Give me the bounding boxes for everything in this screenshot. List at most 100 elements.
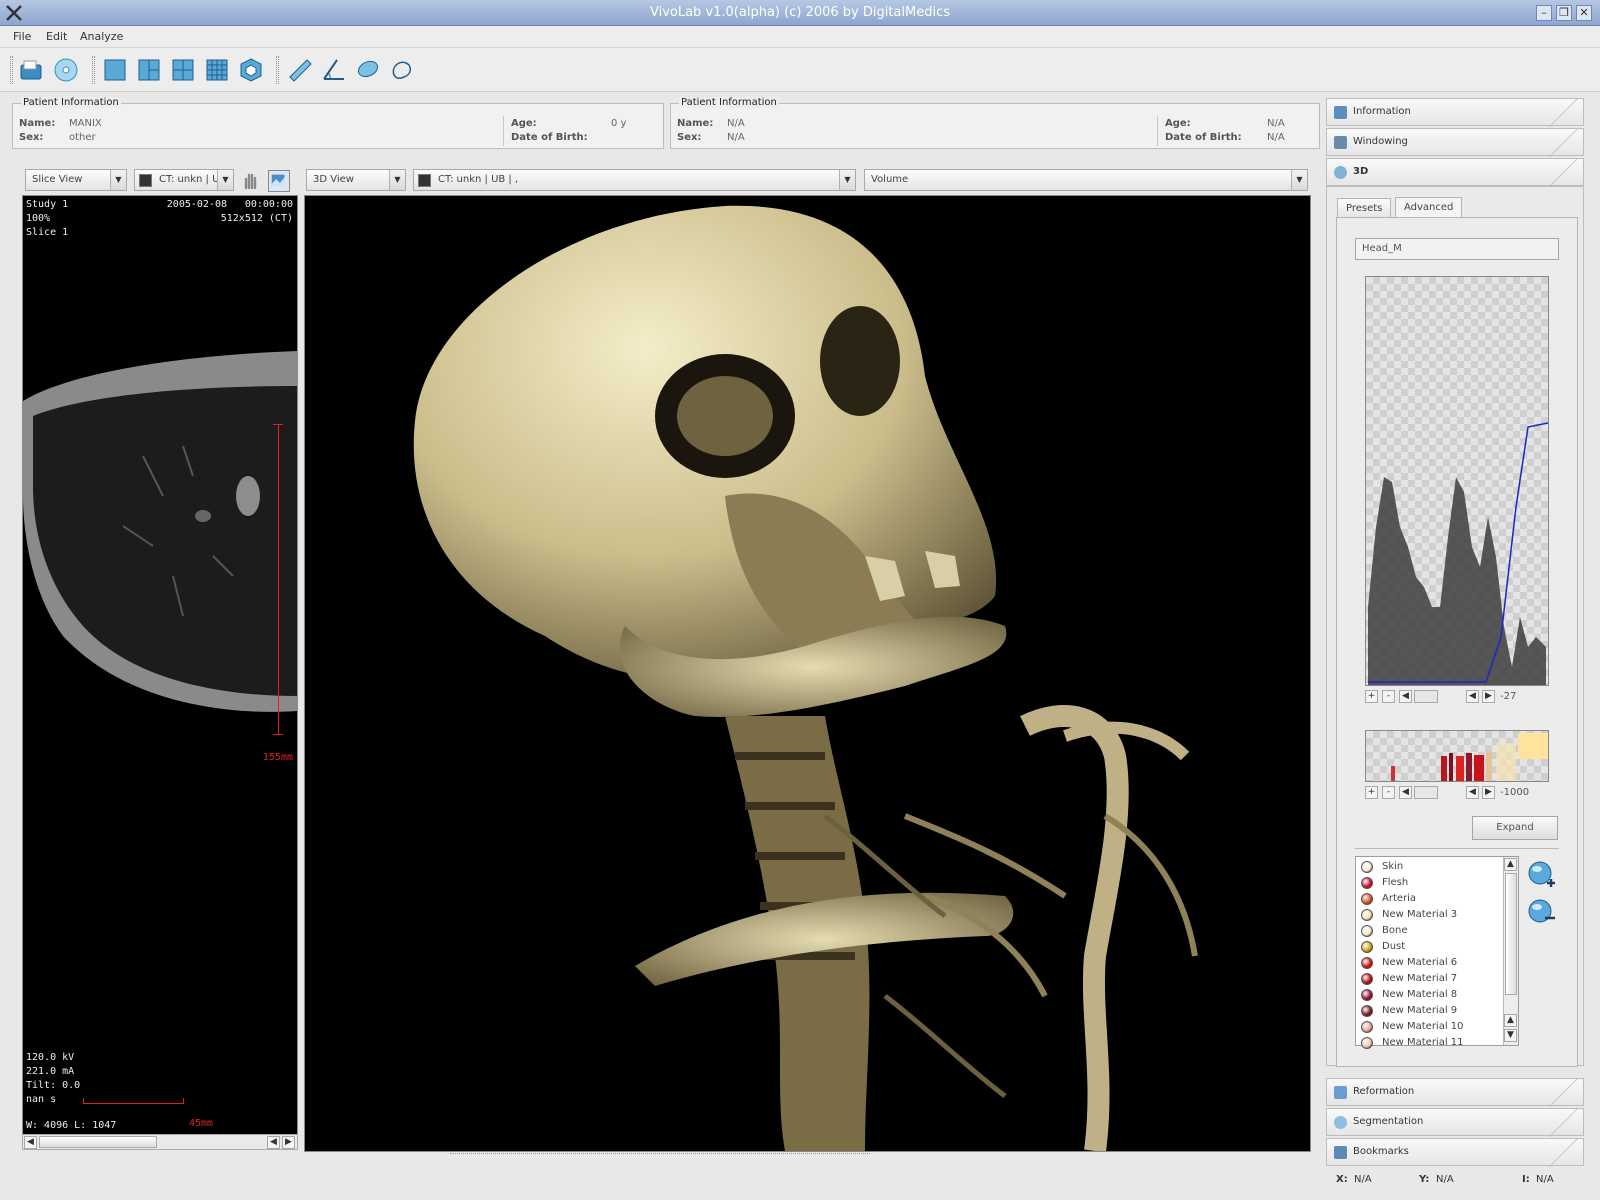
tab-bookmarks[interactable]: Bookmarks <box>1326 1138 1584 1167</box>
ma-label: 221.0 mA <box>26 1066 75 1077</box>
material-color-icon <box>1361 957 1373 969</box>
material-item[interactable]: Bone <box>1356 923 1504 939</box>
quad-view-icon[interactable] <box>168 55 198 85</box>
patient-info-legend: Patient Information <box>21 97 121 108</box>
zoom-in-color-button[interactable]: + <box>1365 786 1378 799</box>
opacity-histogram[interactable] <box>1365 276 1549 686</box>
expand-button[interactable]: Expand <box>1472 816 1558 840</box>
3d-view-mode-select[interactable]: 3D View ▼ <box>306 169 406 191</box>
single-view-icon[interactable] <box>100 55 130 85</box>
remove-material-button[interactable] <box>1527 898 1557 928</box>
material-name: New Material 8 <box>1382 989 1458 1000</box>
hand-tool-icon[interactable] <box>240 170 262 192</box>
cd-icon[interactable] <box>51 55 81 85</box>
scroll-right-icon[interactable]: ▶ <box>282 1136 295 1149</box>
color-scroll-thumb[interactable] <box>1414 786 1438 799</box>
scroll-left-icon[interactable]: ◀ <box>267 1136 280 1149</box>
color-scroll-left-button[interactable]: ◀ <box>1399 786 1412 799</box>
material-item[interactable]: Skin <box>1356 859 1504 875</box>
material-item[interactable]: New Material 11 <box>1356 1035 1504 1051</box>
color-scroll-right-button[interactable]: ▶ <box>1482 786 1495 799</box>
snapshot-icon[interactable] <box>268 170 290 192</box>
split-view-icon[interactable] <box>134 55 164 85</box>
color-scroll-left-button[interactable]: ◀ <box>1466 786 1479 799</box>
slice-horizontal-scrollbar[interactable]: ◀ ◀ ▶ <box>22 1134 298 1150</box>
materials-scroll-thumb[interactable] <box>1505 873 1517 995</box>
add-material-button[interactable] <box>1527 860 1557 890</box>
3d-viewport[interactable] <box>304 195 1311 1152</box>
horizontal-scale-label: 45mm <box>189 1118 214 1129</box>
scroll-up-icon[interactable]: ▲ <box>1504 1014 1517 1027</box>
zoom-out-opacity-button[interactable]: - <box>1382 690 1395 703</box>
opacity-value: -27 <box>1500 691 1517 702</box>
matrix-label: 512x512 (CT) <box>220 213 293 224</box>
freehand-icon[interactable] <box>387 55 417 85</box>
lasso-icon[interactable] <box>353 55 383 85</box>
slice-view-mode-select[interactable]: Slice View ▼ <box>25 169 127 191</box>
histogram-graph <box>1368 422 1548 685</box>
angle-icon[interactable] <box>319 55 349 85</box>
tab-windowing[interactable]: Windowing <box>1326 128 1584 157</box>
patient-info-legend: Patient Information <box>679 97 779 108</box>
close-button[interactable]: ✕ <box>1576 5 1592 21</box>
opacity-scroll-thumb[interactable] <box>1414 690 1438 703</box>
zoom-in-opacity-button[interactable]: + <box>1365 690 1378 703</box>
materials-list[interactable]: Skin Flesh Arteria New Material 3 Bone Dust Ne… <box>1355 856 1519 1049</box>
opacity-scroll-left-button[interactable]: ◀ <box>1466 690 1479 703</box>
material-color-icon <box>1361 861 1373 873</box>
patient-name: MANIX <box>69 118 102 129</box>
ruler-icon[interactable] <box>285 55 315 85</box>
3d-cube-icon[interactable] <box>236 55 266 85</box>
menu-file[interactable]: File <box>13 30 31 43</box>
tab-segmentation[interactable]: Segmentation <box>1326 1108 1584 1137</box>
minimize-button[interactable]: – <box>1536 5 1552 21</box>
material-item[interactable]: New Material 8 <box>1356 987 1504 1003</box>
sphere-icon <box>1334 166 1347 179</box>
tab-reformation[interactable]: Reformation <box>1326 1078 1584 1107</box>
material-color-icon <box>1361 1021 1373 1033</box>
study-label: Study 1 <box>26 199 69 210</box>
render-mode-select[interactable]: Volume ▼ <box>864 169 1308 191</box>
subtab-presets[interactable]: Presets <box>1337 198 1392 218</box>
color-value: -1000 <box>1500 787 1530 798</box>
material-item[interactable]: Dust <box>1356 939 1504 955</box>
patient-dob: N/A <box>1267 132 1285 143</box>
material-item[interactable]: Flesh <box>1356 875 1504 891</box>
materials-scrollbar[interactable]: ▲ ▲ ▼ <box>1503 857 1518 1045</box>
grid-view-icon[interactable] <box>202 55 232 85</box>
tab-segmentation-label: Segmentation <box>1353 1116 1424 1127</box>
subtab-advanced[interactable]: Advanced <box>1395 197 1463 217</box>
opacity-scroll-right-button[interactable]: ▶ <box>1482 690 1495 703</box>
scroll-left-icon[interactable]: ◀ <box>24 1136 37 1149</box>
tab-information[interactable]: Information <box>1326 98 1584 127</box>
tab-3d[interactable]: 3D <box>1326 158 1584 187</box>
scroll-down-icon[interactable]: ▼ <box>1504 1029 1517 1042</box>
material-item[interactable]: New Material 7 <box>1356 971 1504 987</box>
patient-info-left: Patient Information Name: MANIX Sex: oth… <box>12 97 664 149</box>
ct-slice-image <box>23 351 297 1104</box>
slice-series-select[interactable]: CT: unkn | U ▼ <box>134 169 234 191</box>
material-item[interactable]: New Material 10 <box>1356 1019 1504 1035</box>
material-item[interactable]: New Material 3 <box>1356 907 1504 923</box>
material-name: Arteria <box>1382 893 1417 904</box>
slice-viewport[interactable]: Study 1 100% Slice 1 2005-02-08 00:00:00… <box>22 195 298 1135</box>
scroll-up-icon[interactable]: ▲ <box>1504 858 1517 871</box>
3d-series-select[interactable]: CT: unkn | UB | , ▼ <box>413 169 856 191</box>
age-label: Age: <box>1165 118 1191 129</box>
material-color-icon <box>1361 909 1373 921</box>
splitter-grip[interactable] <box>450 1153 870 1156</box>
material-item[interactable]: New Material 6 <box>1356 955 1504 971</box>
scroll-thumb[interactable] <box>39 1136 157 1148</box>
opacity-scroll-left-button[interactable]: ◀ <box>1399 690 1412 703</box>
menu-analyze[interactable]: Analyze <box>80 30 123 43</box>
maximize-button[interactable]: ❐ <box>1556 5 1572 21</box>
open-folder-icon[interactable] <box>16 55 46 85</box>
zoom-out-color-button[interactable]: - <box>1382 786 1395 799</box>
material-item[interactable]: Arteria <box>1356 891 1504 907</box>
menu-edit[interactable]: Edit <box>46 30 67 43</box>
material-name: New Material 10 <box>1382 1021 1464 1032</box>
material-item[interactable]: New Material 9 <box>1356 1003 1504 1019</box>
preset-name-input[interactable]: Head_M <box>1355 238 1559 260</box>
color-transfer-bar[interactable] <box>1365 730 1549 782</box>
window-title: VivoLab v1.0(alpha) (c) 2006 by DigitalM… <box>649 5 950 20</box>
